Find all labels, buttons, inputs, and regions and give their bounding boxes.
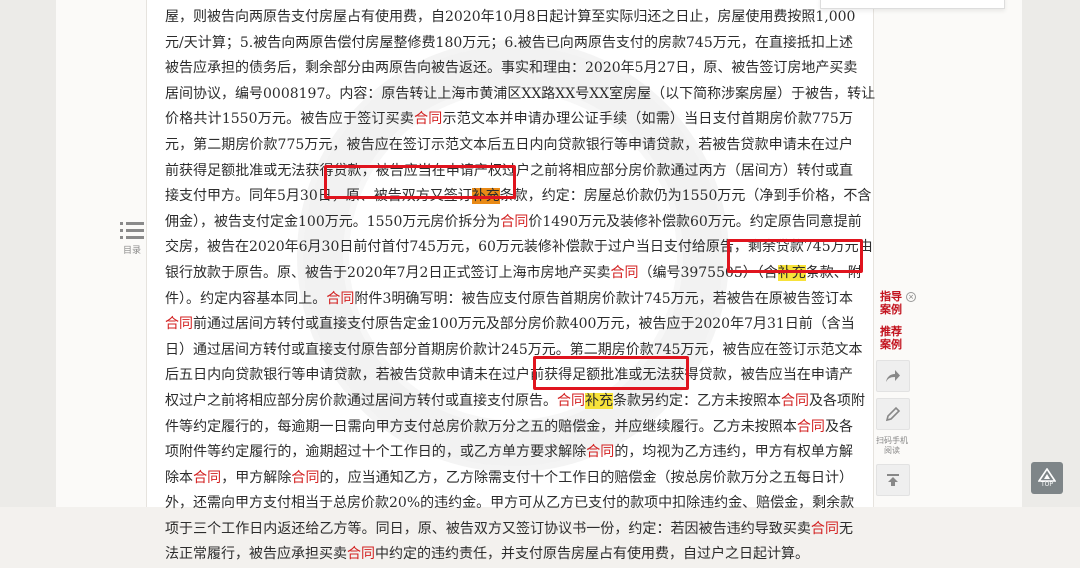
text-run: 的，均视为乙方违约，甲方有权单方解 [614,444,854,461]
text-run: 条款，约定：房屋总价款仍为1550万元（净到手价格，不含 [499,188,872,205]
text-run: 后五日内向贷款银行等申请贷款，若被告贷款申请未在过户前获得足额批准或无法获得贷款… [165,367,853,384]
text-run: 前获得足额批准或无法获得贷款，被告应当在申请产权过户之前将相应部分房价款通过丙方… [165,162,853,179]
text-line: 交房，被告在2020年6月30日前付首付745万元，60万元装修补偿款于过户当日… [165,235,873,261]
text-line: 后五日内向贷款银行等申请贷款，若被告贷款申请未在过户前获得足额批准或无法获得贷款… [165,363,853,389]
right-margin [1022,0,1080,507]
text-run: 示范文本并申请办理公证手续（如需）当日支付首期房价款775万 [442,111,854,128]
text-run: 前通过居间方转付或直接支付原告定金100万元及部分房价款400万元，被告应于20… [193,316,855,333]
text-line: 前获得足额批准或无法获得贷款，被告应当在申请产权过户之前将相应部分房价款通过丙方… [165,159,853,185]
arrow-up-bar-icon [887,474,899,486]
text-run: 附件3明确写明：被告应支付原告首期房价款计745万元，若被告在原被告签订本 [354,290,853,307]
text-line: 件等约定履行的，每逾期一日需向甲方支付总房价款万分之五的赔偿金，并应继续履行。乙… [165,415,853,441]
text-line: 价格共计1550万元。被告应于签订买卖合同示范文本并申请办理公证手续（如需）当日… [165,107,853,133]
keyword-contract: 合同 [796,418,825,435]
text-line: 接支付甲方。同年5月30日，原、被告双方又签订补充条款，约定：房屋总价款仍为15… [165,184,871,210]
keyword-contract: 合同 [810,520,840,537]
keyword-contract: 合同 [291,469,320,486]
keyword-highlight: 补充 [585,392,613,409]
text-line: 银行放款于原告。原、被告于2020年7月2日正式签订上海市房地产买卖合同（编号3… [165,261,862,287]
text-run: 的，应当通知乙方，乙方除需支付十个工作日的赔偿金（按总房价款万分之五每日计） [319,469,854,486]
text-line: 权过户之前将相应部分房价款通过居间方转付或直接支付原告。合同补充条款另约定：乙方… [165,389,865,415]
list-icon [120,222,144,239]
keyword-contract: 合同 [557,392,585,409]
text-run: 条款、附 [805,264,862,281]
text-run: 佣金），被告支付定金100万元。1550万元房价拆分为 [165,213,501,230]
text-line: 外，还需向甲方支付相当于总房价款20%的违约金。甲方可从乙方已支付的款项中扣除违… [165,491,855,517]
text-run: 权过户之前将相应部分房价款通过居间方转付或直接支付原告。 [165,392,557,409]
left-margin [0,0,56,507]
text-line: 件）。约定内容基本同上。合同附件3明确写明：被告应支付原告首期房价款计745万元… [165,287,853,313]
back-to-top-label: TOP [1040,481,1053,488]
text-run: 屋，则被告向两原告支付房屋占有使用费，自2020年10月8日起计算至实际归还之日… [165,9,856,25]
edit-button[interactable] [876,398,910,430]
text-run: 项于三个工作日内返还给乙方等。同日，原、被告双方又签订协议书一份，约定：若因被告… [165,520,811,537]
keyword-contract: 合同 [165,316,193,333]
text-run: 元/天计算；5.被告向两原告偿付房屋整修费180万元；6.被告已向两原告支付的房… [165,34,853,51]
text-line: 元/天计算；5.被告向两原告偿付房屋整修费180万元；6.被告已向两原告支付的房… [165,31,853,57]
keyword-contract: 合同 [193,469,222,486]
triangle-up-icon [1038,468,1056,482]
keyword-highlight: 补充 [777,264,806,281]
text-run: 件等约定履行的，每逾期一日需向甲方支付总房价款万分之五的赔偿金，并应继续履行。乙… [165,418,797,435]
keyword-contract: 合同 [586,444,615,461]
text-line: 法正常履行，被告应承担买卖合同中约定的违约责任，并支付原告房屋占有使用费，自过户… [165,542,853,568]
keyword-contract: 合同 [414,111,443,128]
text-run: 被告应承担的债务后，剩余部分由两原告向被告返还。事实和理由：2020年5月27日… [165,60,858,77]
text-run: 及各 [824,418,854,435]
text-line: 居间协议，编号0008197。内容：原告转让上海市黄浦区XX路XX号XX室房屋（… [165,82,875,108]
text-run: 交房，被告在2020年6月30日前付首付745万元，60万元装修补偿款于过户当日… [165,239,873,256]
text-run: 接支付甲方。同年5月30日，原、被告双方又签订 [165,188,472,205]
back-to-top-button[interactable]: TOP [1031,462,1063,494]
keyword-contract: 合同 [610,264,639,281]
text-run: 元，第二期房价款775万元，被告应在签订示范文本后五日内向贷款银行等申请贷款，若… [165,136,853,153]
text-run: （编号3975505）（含 [638,264,778,281]
text-run: 无 [839,520,854,537]
share-icon [886,370,900,382]
text-line: 日）通过居间方转付或直接支付原告部分首期房价款计245万元。第二期房价款745万… [165,338,862,364]
text-run: 价格共计1550万元。被告应于签订买卖 [165,111,415,128]
text-run: 银行放款于原告。原、被告于2020年7月2日正式签订上海市房地产买卖 [165,264,611,281]
share-button[interactable] [876,360,910,392]
scroll-top-button[interactable] [876,464,910,496]
keyword-highlight-active: 补充 [471,188,500,205]
keyword-contract: 合同 [500,213,529,230]
text-run: 法正常履行，被告应承担买卖 [165,546,347,563]
text-run: 居间协议，编号0008197。内容：原告转让上海市黄浦区XX路XX号XX室房屋（… [165,85,876,102]
pencil-icon [885,406,901,422]
toc-button[interactable]: 目录 [114,222,150,256]
text-run: 中约定的违约责任，并支付原告房屋占有使用费，自过户之日起计算。 [375,546,809,563]
text-run: ，甲方解除 [221,469,292,486]
text-line: 除本合同，甲方解除合同的，应当通知乙方，乙方除需支付十个工作日的赔偿金（按总房价… [165,466,853,492]
text-run: 及各项附 [809,392,865,409]
judgment-body-text: 屋，则被告向两原告支付房屋占有使用费，自2020年10月8日起计算至实际归还之日… [165,5,875,568]
text-line: 被告应承担的债务后，剩余部分由两原告向被告返还。事实和理由：2020年5月27日… [165,56,857,82]
keyword-contract: 合同 [781,392,809,409]
text-line: 合同前通过居间方转付或直接支付原告定金100万元及部分房价款400万元，被告应于… [165,312,855,338]
text-line: 项于三个工作日内返还给乙方等。同日，原、被告双方又签订协议书一份，约定：若因被告… [165,517,853,543]
text-line: 项附件等约定履行的，逾期超过十个工作日的，或乙方单方要求解除合同的，均视为乙方违… [165,440,853,466]
keyword-contract: 合同 [347,546,375,563]
text-run: 日）通过居间方转付或直接支付原告部分首期房价款计245万元。第二期房价款745万… [165,341,863,358]
keyword-contract: 合同 [326,290,355,307]
text-run: 除本 [165,469,194,486]
scan-qr-label[interactable]: 扫码手机阅读 [874,436,910,456]
text-line: 元，第二期房价款775万元，被告应在签订示范文本后五日内向贷款银行等申请贷款，若… [165,133,853,159]
text-run: 外，还需向甲方支付相当于总房价款20%的违约金。甲方可从乙方已支付的款项中扣除违… [165,495,855,512]
text-run: 件）。约定内容基本同上。 [165,290,327,307]
text-run: 价1490万元及装修补偿款60万元。约定原告同意提前 [528,213,862,230]
text-run: 条款另约定：乙方未按照本 [613,392,781,409]
text-line: 屋，则被告向两原告支付房屋占有使用费，自2020年10月8日起计算至实际归还之日… [165,5,856,31]
close-icon[interactable]: × [906,292,916,302]
recommend-case-link[interactable]: 推荐案例 [874,325,912,351]
text-line: 佣金），被告支付定金100万元。1550万元房价拆分为合同价1490万元及装修补… [165,210,862,236]
right-toolbar: × 指导案例 推荐案例 扫码手机阅读 [874,290,916,502]
toc-label: 目录 [122,246,141,256]
text-run: 项附件等约定履行的，逾期超过十个工作日的，或乙方单方要求解除 [165,444,587,461]
